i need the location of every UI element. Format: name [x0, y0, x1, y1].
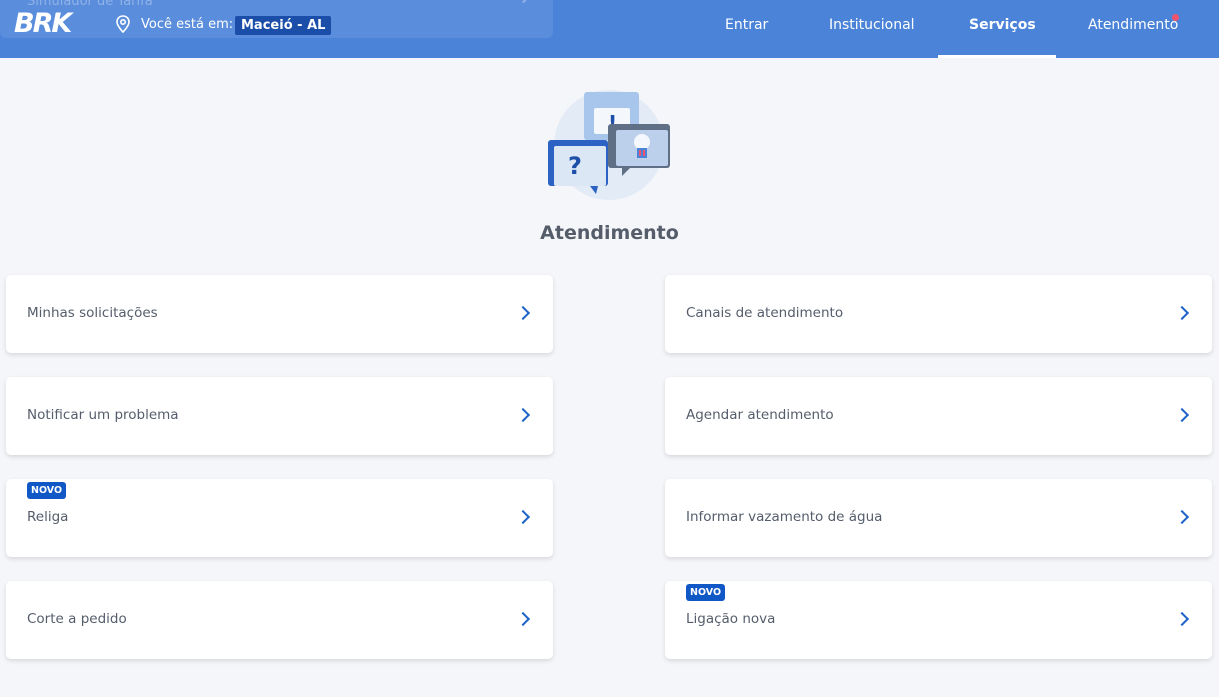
top-navigation-bar: Simulador de Tarifa BRK Você está em: Ma… — [0, 0, 1219, 58]
active-tab-indicator — [938, 55, 1056, 58]
support-chat-icon: ! ? — [548, 90, 670, 200]
card-label: Canais de atendimento — [686, 305, 844, 321]
location-selector[interactable]: Maceió - AL — [235, 16, 332, 35]
card-label: Corte a pedido — [27, 611, 127, 627]
new-badge: NOVO — [27, 482, 67, 499]
card-label: Minhas solicitações — [27, 305, 158, 321]
service-card-informar-vazamento[interactable]: Informar vazamento de água — [665, 479, 1212, 557]
chevron-right-icon — [515, 0, 532, 4]
service-card-notificar-problema[interactable]: Notificar um problema — [6, 377, 553, 455]
chevron-right-icon — [1174, 407, 1190, 423]
location-label: Você está em: — [141, 17, 234, 32]
location-pin-icon — [116, 15, 130, 33]
nav-entrar[interactable]: Entrar — [725, 17, 768, 33]
service-card-agendar-atendimento[interactable]: Agendar atendimento — [665, 377, 1212, 455]
service-card-canais-de-atendimento[interactable]: Canais de atendimento — [665, 275, 1212, 353]
card-label: Informar vazamento de água — [686, 509, 883, 525]
chevron-right-icon — [1174, 305, 1190, 321]
notification-dot — [1172, 14, 1179, 21]
new-badge: NOVO — [686, 584, 726, 601]
chevron-right-icon — [515, 407, 531, 423]
svg-text:?: ? — [568, 152, 582, 180]
brk-logo[interactable]: BRK — [14, 9, 72, 39]
service-card-corte-a-pedido[interactable]: Corte a pedido — [6, 581, 553, 659]
card-label: Ligação nova — [686, 611, 776, 627]
card-label: Agendar atendimento — [686, 407, 834, 423]
chevron-right-icon — [1174, 509, 1190, 525]
chevron-right-icon — [515, 509, 531, 525]
card-label: Religa — [27, 509, 69, 525]
service-card-minhas-solicitacoes[interactable]: Minhas solicitações — [6, 275, 553, 353]
nav-atendimento[interactable]: Atendimento — [1088, 17, 1178, 33]
service-card-religa[interactable]: NOVO Religa — [6, 479, 553, 557]
chevron-right-icon — [515, 611, 531, 627]
card-label: Notificar um problema — [27, 407, 179, 423]
chevron-right-icon — [515, 305, 531, 321]
nav-servicos[interactable]: Serviços — [969, 17, 1036, 33]
chevron-right-icon — [1174, 611, 1190, 627]
nav-institucional[interactable]: Institucional — [829, 17, 915, 33]
page-title: Atendimento — [540, 222, 679, 244]
service-card-ligacao-nova[interactable]: NOVO Ligação nova — [665, 581, 1212, 659]
